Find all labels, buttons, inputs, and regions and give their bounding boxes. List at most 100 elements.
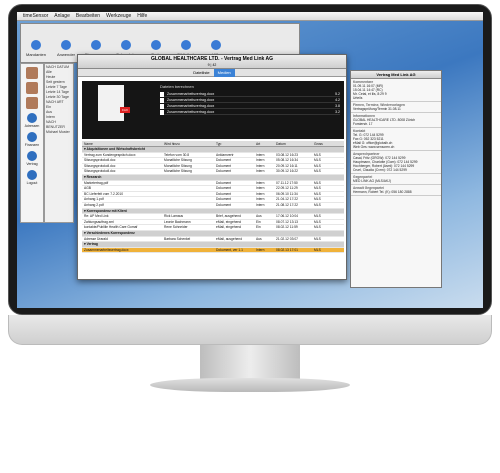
attachment-name: Zusammenarbeitsvertrag.docx (167, 92, 215, 96)
table-cell: Intern (256, 247, 265, 252)
details-section: Firmen, Termine, Wiedervorlagen Vertragsp… (351, 102, 441, 113)
table-cell: MLS (314, 152, 321, 157)
tab-medien[interactable]: Medien (213, 69, 235, 77)
table-cell: 03.08.12 16:23 (276, 152, 298, 157)
sidebar-icon[interactable] (27, 151, 37, 161)
document-window: GLOBAL HEALTHCARE LTD. - Vertrag Med Lin… (77, 54, 347, 280)
table-cell: Aus (256, 236, 262, 241)
details-title: Vertrag Med Link AG (351, 71, 441, 79)
left-sidebar: Adressen Finanzen Vertrag Logout (20, 63, 44, 223)
table-cell: Intern (256, 186, 265, 191)
menu-item[interactable]: Anlage (54, 13, 70, 19)
table-cell (164, 192, 216, 197)
file-icon (160, 103, 164, 109)
tab-dateiliste[interactable]: Dateiliste (189, 69, 213, 77)
details-window: Vertrag Med Link AG Kommentare 01.09.11 1… (350, 70, 442, 288)
details-section: Kontakt Tel. G: 072 144 5299 Fax G: 052 32… (351, 128, 441, 151)
column-header[interactable]: Typ (216, 141, 256, 146)
section-line: Web Ges: www.sensoren.ch (353, 145, 395, 149)
table-cell: MLS (314, 163, 321, 168)
table-cell: BC Lieferfeit vom 7.2.2010 (84, 191, 124, 196)
group-label: ▾ Akquisitionen und Wirtschaftsbericht (84, 147, 146, 151)
column-header[interactable]: Wird hinzu (164, 141, 216, 146)
toolbar-icon (61, 40, 71, 50)
sidebar-icon[interactable] (27, 170, 37, 180)
toolbar-icon (211, 40, 221, 50)
sidebar-label[interactable]: Vertrag (21, 162, 43, 166)
table-cell: Ein (256, 219, 261, 224)
menu-item[interactable]: timeSensor (23, 13, 48, 19)
table-cell: MLS (314, 202, 321, 207)
table-cell: Zusammenarbeitsvertrag.docx (84, 247, 129, 252)
table-cell: 08.02.12 11:59 (276, 225, 298, 230)
group-label: ▾ Korrespondenz mit Klient (84, 208, 127, 213)
table-cell: MLS (314, 225, 321, 230)
menu-item[interactable]: Hilfe (137, 13, 147, 19)
menu-item[interactable]: Bearbeiten (76, 13, 100, 19)
fax-badge: FAX (120, 107, 130, 113)
avatar[interactable] (26, 82, 38, 94)
sidebar-icon[interactable] (27, 132, 37, 142)
toolbar-button[interactable]: Mandanten (25, 40, 47, 60)
section-line: MED LINK AG (MLS/AKJ) (353, 179, 391, 183)
toolbar-icon (151, 40, 161, 50)
table-cell: Anklamvertr (216, 152, 234, 157)
sidebar-label[interactable]: Logout (21, 181, 43, 185)
column-header[interactable]: Art (256, 141, 276, 146)
page-thumbnail[interactable] (98, 85, 124, 121)
window-title-text: GLOBAL HEALTHCARE LTD. - Vertrag Med Lin… (150, 56, 274, 62)
details-section: Ansprechpartner Casal, Fritz (GROW): 072 … (351, 151, 441, 174)
table-cell: eMail, ausgehend (216, 236, 243, 241)
table-cell: Sitzungsprotokoll.doc (84, 158, 116, 163)
table-cell: Intern (256, 191, 265, 196)
table-cell: Monatliche Sitzung (164, 163, 192, 168)
sidebar-label[interactable]: Finanzen (21, 143, 43, 147)
group-label: ▾ Verschiedenes Korrespondenz (84, 230, 135, 235)
filter-item[interactable]: Michael Muster (46, 130, 72, 135)
table-cell: MLS (314, 180, 321, 185)
table-cell: MLS (314, 236, 321, 241)
filter-item[interactable]: NACH BENUTZER (46, 120, 72, 130)
menu-item[interactable]: Werkzeuge (106, 13, 131, 19)
menu-bar: timeSensor Anlage Bearbeiten Werkzeuge Hilfe (17, 12, 483, 21)
table-row[interactable]: Zusammenarbeitsvertrag.docx Dokument, ver… (82, 247, 344, 254)
attachment-name: Zusammenarbeitsvertrag.docx (167, 98, 215, 102)
table-cell: 08.02.13 17:01 (276, 247, 298, 252)
table-cell: Dokument (216, 186, 232, 191)
table-cell: MLS (314, 169, 321, 174)
table-cell: AGB (84, 186, 91, 191)
avatar[interactable] (26, 67, 38, 79)
table-cell: Zahlungsauftrag.xml (84, 219, 114, 224)
screen: timeSensor Anlage Bearbeiten Werkzeuge Hilfe… (17, 12, 483, 308)
monitor-stand-neck (200, 345, 300, 380)
attachment-row[interactable]: Zusammenarbeitsvertrag.docx 3.2 (160, 109, 340, 115)
window-subtitle: 9 | 42 (207, 63, 217, 67)
table-cell: Anhang 2.pdf (84, 202, 104, 207)
file-icon (160, 97, 164, 103)
table-cell: Leonie Bachmann (164, 219, 191, 224)
table-cell: Intern (256, 158, 265, 163)
avatar[interactable] (26, 97, 38, 109)
table-cell: Monatliche Sitzung (164, 158, 192, 163)
toolbar-button[interactable]: Anwender (55, 40, 77, 60)
table-cell: Vertrag zum Kundengespräch.docx (84, 152, 136, 157)
table-cell: kontakte/Publilie Health Care Gomaf (84, 225, 138, 230)
toolbar-icon (91, 40, 101, 50)
table-cell: 05.08.12 16:34 (276, 158, 298, 163)
sidebar-label[interactable]: Adressen (21, 124, 43, 128)
column-header[interactable]: Gross (314, 141, 344, 146)
column-header[interactable]: Datum (276, 141, 314, 146)
table-cell: MLS (314, 219, 321, 224)
sidebar-icon[interactable] (27, 113, 37, 123)
table-cell: Dokument (216, 169, 232, 174)
table-cell: Brief, ausgehend (216, 214, 241, 219)
monitor-stand-foot (150, 378, 350, 392)
column-header[interactable]: Name (82, 141, 164, 146)
table-cell: 07.11.12 17:50 (276, 180, 298, 185)
table-cell: 08.07.12 13:13 (276, 219, 298, 224)
table-cell: 06.09.10 11:34 (276, 191, 298, 196)
toolbar-icon (121, 40, 131, 50)
table-cell: 22.09.12 11:29 (276, 186, 298, 191)
table-cell: Dokument (216, 180, 232, 185)
monitor-chin (8, 315, 492, 345)
